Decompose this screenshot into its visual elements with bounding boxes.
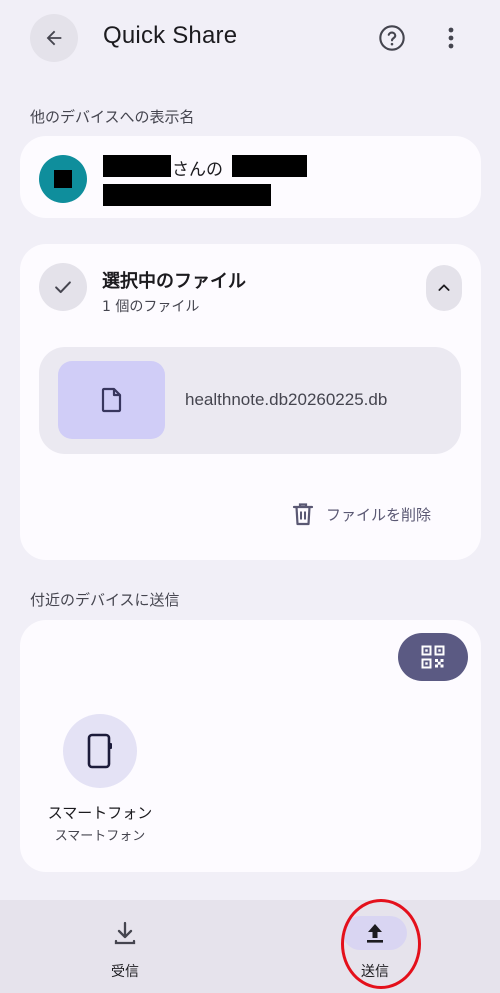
redacted-device-detail	[103, 184, 271, 206]
nearby-device-type: スマートフォン	[54, 829, 146, 844]
more-vert-icon	[448, 27, 454, 49]
page-title: Quick Share	[103, 22, 238, 49]
device-name-suffix: さんの	[172, 160, 223, 180]
delete-file-label: ファイルを削除	[326, 505, 432, 524]
help-circle-icon	[379, 25, 405, 51]
upload-icon	[367, 924, 383, 943]
nearby-devices-card: スマートフォン スマートフォン	[20, 620, 481, 872]
qr-code-button[interactable]	[398, 633, 468, 681]
check-badge	[39, 263, 87, 311]
trash-icon	[292, 503, 314, 526]
nav-send[interactable]: 送信	[250, 900, 500, 993]
nearby-device-name: スマートフォン	[47, 804, 153, 822]
nearby-section-label: 付近のデバイスに送信	[30, 591, 180, 609]
file-name: healthnote.db20260225.db	[185, 390, 388, 409]
document-icon	[101, 387, 121, 413]
nav-receive-label: 受信	[111, 964, 139, 980]
nav-receive-icon-wrap	[93, 916, 157, 950]
chevron-up-icon	[438, 284, 450, 291]
qr-code-icon	[421, 645, 445, 669]
selected-files-title: 選択中のファイル	[102, 271, 246, 292]
more-options-button[interactable]	[438, 22, 464, 54]
display-name-section-label: 他のデバイスへの表示名	[30, 108, 195, 126]
avatar	[39, 155, 87, 203]
bottom-navigation: 受信 送信	[0, 900, 500, 993]
redacted-avatar-initial	[54, 170, 72, 188]
help-button[interactable]	[376, 22, 408, 54]
nearby-device-button[interactable]	[63, 714, 137, 788]
nav-receive[interactable]: 受信	[0, 900, 250, 993]
arrow-back-icon	[46, 30, 62, 46]
nav-send-icon-wrap	[343, 916, 407, 950]
display-name-card[interactable]: さんの	[20, 136, 481, 218]
download-icon	[114, 921, 136, 945]
file-thumbnail	[58, 361, 165, 439]
back-button[interactable]	[30, 14, 78, 62]
nav-send-label: 送信	[361, 964, 389, 980]
top-app-bar: Quick Share	[0, 0, 500, 80]
check-icon	[55, 281, 71, 294]
selected-files-card: 選択中のファイル 1 個のファイル healthnote.db20260225.…	[20, 244, 481, 560]
file-item[interactable]: healthnote.db20260225.db	[39, 347, 461, 454]
redacted-device-model	[232, 155, 307, 177]
redacted-user-name	[103, 155, 171, 177]
collapse-button[interactable]	[426, 265, 462, 311]
delete-file-button[interactable]: ファイルを削除	[292, 498, 431, 530]
selected-files-count: 1 個のファイル	[102, 299, 200, 315]
smartphone-icon	[87, 733, 112, 769]
